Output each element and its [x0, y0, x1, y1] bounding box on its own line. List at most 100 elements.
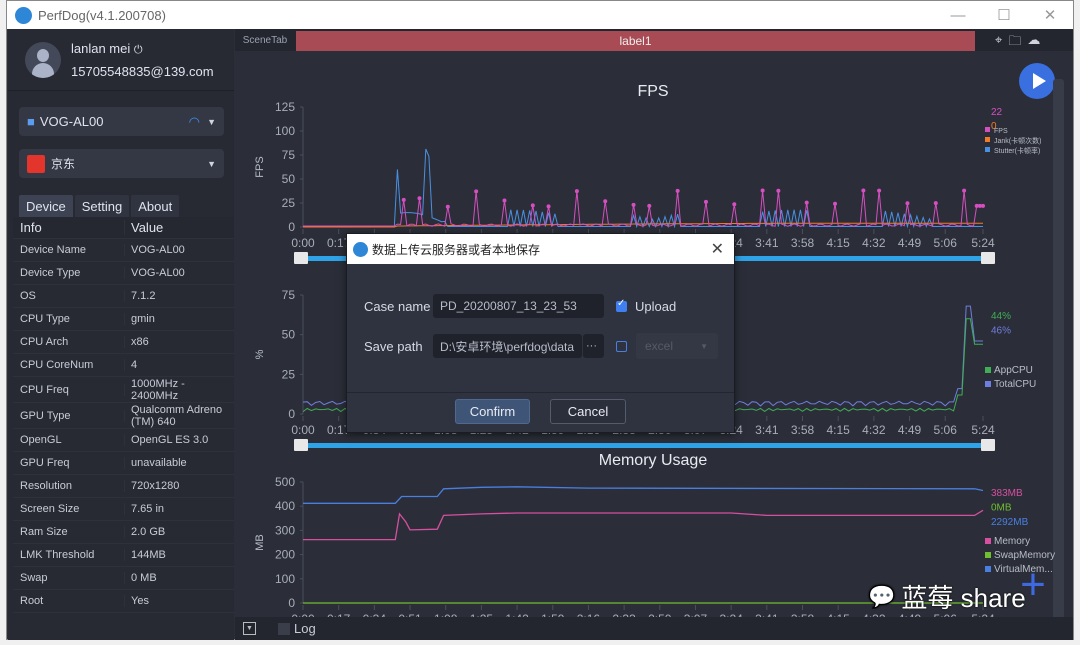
- info-value: unavailable: [131, 457, 187, 469]
- avatar[interactable]: [25, 41, 61, 78]
- info-value: VOG-AL00: [131, 244, 185, 256]
- info-key: CPU Freq: [13, 383, 125, 396]
- info-value: 720x1280: [131, 480, 180, 492]
- legend-label: Memory: [994, 536, 1030, 547]
- chevron-down-icon: ▼: [207, 158, 216, 169]
- x-tick-label: 0:00: [291, 423, 315, 437]
- tab-device[interactable]: Device: [19, 195, 73, 217]
- table-row: OS 7.1.2: [13, 285, 234, 308]
- range-slider-handle-left[interactable]: [294, 252, 308, 264]
- info-key: LMK Threshold: [13, 549, 125, 561]
- table-row: CPU Type gmin: [13, 308, 234, 331]
- info-value: Yes: [131, 595, 149, 607]
- y-tick-label: 50: [282, 172, 296, 186]
- y-tick-label: 75: [282, 288, 296, 302]
- fps-point: [401, 197, 406, 202]
- table-header: Info Value: [13, 217, 234, 239]
- app-logo-icon: [15, 6, 32, 24]
- table-row: Device Name VOG-AL00: [13, 239, 234, 262]
- table-row: LMK Threshold 144MB: [13, 544, 234, 567]
- x-tick-label: 3:58: [791, 423, 815, 437]
- minimize-button[interactable]: —: [935, 1, 981, 29]
- android-icon: ■: [27, 114, 35, 129]
- confirm-button[interactable]: Confirm: [455, 399, 530, 424]
- log-checkbox[interactable]: [278, 622, 290, 635]
- browse-button[interactable]: ···: [583, 334, 604, 358]
- title-bar: PerfDog(v4.1.200708) — ☐ ✕: [7, 1, 1073, 29]
- legend-label: Stutter(卡顿率): [994, 146, 1040, 155]
- y-tick-label: 200: [275, 548, 295, 562]
- range-slider-track[interactable]: [308, 443, 985, 448]
- table-row: Root Yes: [13, 590, 234, 613]
- case-name-label: Case name: [364, 299, 431, 314]
- power-icon[interactable]: ⏻: [134, 44, 143, 56]
- scene-tab[interactable]: SceneTab: [235, 29, 295, 51]
- info-key: Root: [13, 595, 125, 607]
- y-tick-label: 300: [275, 523, 295, 537]
- device-dropdown[interactable]: ■ VOG-AL00 ◠ ▼: [19, 107, 224, 136]
- legend-swatch: [985, 538, 991, 544]
- fps-point: [647, 203, 652, 208]
- format-select[interactable]: excel ▼: [636, 333, 718, 359]
- range-slider-handle-right[interactable]: [981, 252, 995, 264]
- fps-point: [776, 188, 781, 193]
- x-tick-label: 5:24: [971, 236, 995, 250]
- local-save-checkbox[interactable]: [616, 341, 627, 352]
- info-key: CPU CoreNum: [13, 359, 125, 371]
- device-info-table: Info Value Device Name VOG-AL00 Device Typ…: [13, 217, 234, 613]
- fps-point: [574, 189, 579, 194]
- fps-point: [877, 188, 882, 193]
- legend-swatch: [985, 381, 991, 387]
- y-axis-label: MB: [254, 534, 266, 551]
- upload-label: Upload: [635, 299, 677, 314]
- current-value: 0MB: [991, 503, 1012, 514]
- x-tick-label: 4:32: [862, 423, 886, 437]
- info-key: GPU Freq: [13, 457, 125, 469]
- fps-point: [804, 200, 809, 205]
- info-key: CPU Arch: [13, 336, 125, 348]
- y-tick-label: 0: [288, 596, 295, 610]
- expand-icon[interactable]: ▼: [243, 622, 256, 635]
- tab-about[interactable]: About: [131, 195, 180, 217]
- wechat-icon: 💬: [868, 583, 896, 609]
- scene-label[interactable]: label1: [296, 31, 975, 51]
- y-axis-label: FPS: [254, 156, 266, 177]
- chart-title: FPS: [637, 83, 668, 100]
- x-tick-label: 4:49: [898, 423, 922, 437]
- fps-point: [474, 189, 479, 194]
- app-icon: [27, 154, 45, 173]
- fps-point: [445, 204, 450, 209]
- legend-swatch: [985, 137, 990, 142]
- info-value: 1000MHz - 2400MHz: [131, 377, 185, 402]
- save-path-input[interactable]: D:\安卓环境\perfdog\data: [433, 334, 582, 358]
- info-value: 7.1.2: [131, 290, 156, 302]
- case-name-input[interactable]: PD_20200807_13_23_53: [433, 294, 604, 318]
- app-dropdown[interactable]: 京东 ▼: [19, 149, 224, 178]
- range-slider-handle-left[interactable]: [294, 439, 308, 451]
- y-tick-label: 400: [275, 499, 295, 513]
- table-row: GPU Freq unavailable: [13, 452, 234, 475]
- upload-checkbox[interactable]: ✓: [616, 298, 627, 312]
- maximize-button[interactable]: ☐: [981, 1, 1027, 29]
- legend-swatch: [985, 367, 991, 373]
- y-tick-label: 25: [282, 367, 296, 381]
- wifi-icon: ◠: [188, 113, 200, 129]
- bottom-bar: ▼ Log: [235, 617, 1073, 640]
- info-value: VOG-AL00: [131, 267, 185, 279]
- info-key: Swap: [13, 572, 125, 584]
- fps-point: [703, 199, 708, 204]
- x-tick-label: 5:24: [971, 423, 995, 437]
- info-key: Device Name: [13, 244, 125, 256]
- fps-point: [981, 203, 985, 208]
- cancel-button[interactable]: Cancel: [550, 399, 626, 424]
- tab-setting[interactable]: Setting: [74, 195, 130, 217]
- y-tick-label: 0: [288, 407, 295, 421]
- series-memory: [303, 509, 984, 541]
- info-key: OS: [13, 290, 125, 302]
- window-title: PerfDog(v4.1.200708): [38, 7, 166, 23]
- range-slider-handle-right[interactable]: [981, 439, 995, 451]
- fps-point: [631, 202, 636, 207]
- sidebar: lanlan mei ⏻ 15705548835@139.com ■ VOG-A…: [8, 29, 234, 640]
- dialog-close-button[interactable]: ✕: [711, 239, 724, 259]
- close-button[interactable]: ✕: [1027, 1, 1073, 29]
